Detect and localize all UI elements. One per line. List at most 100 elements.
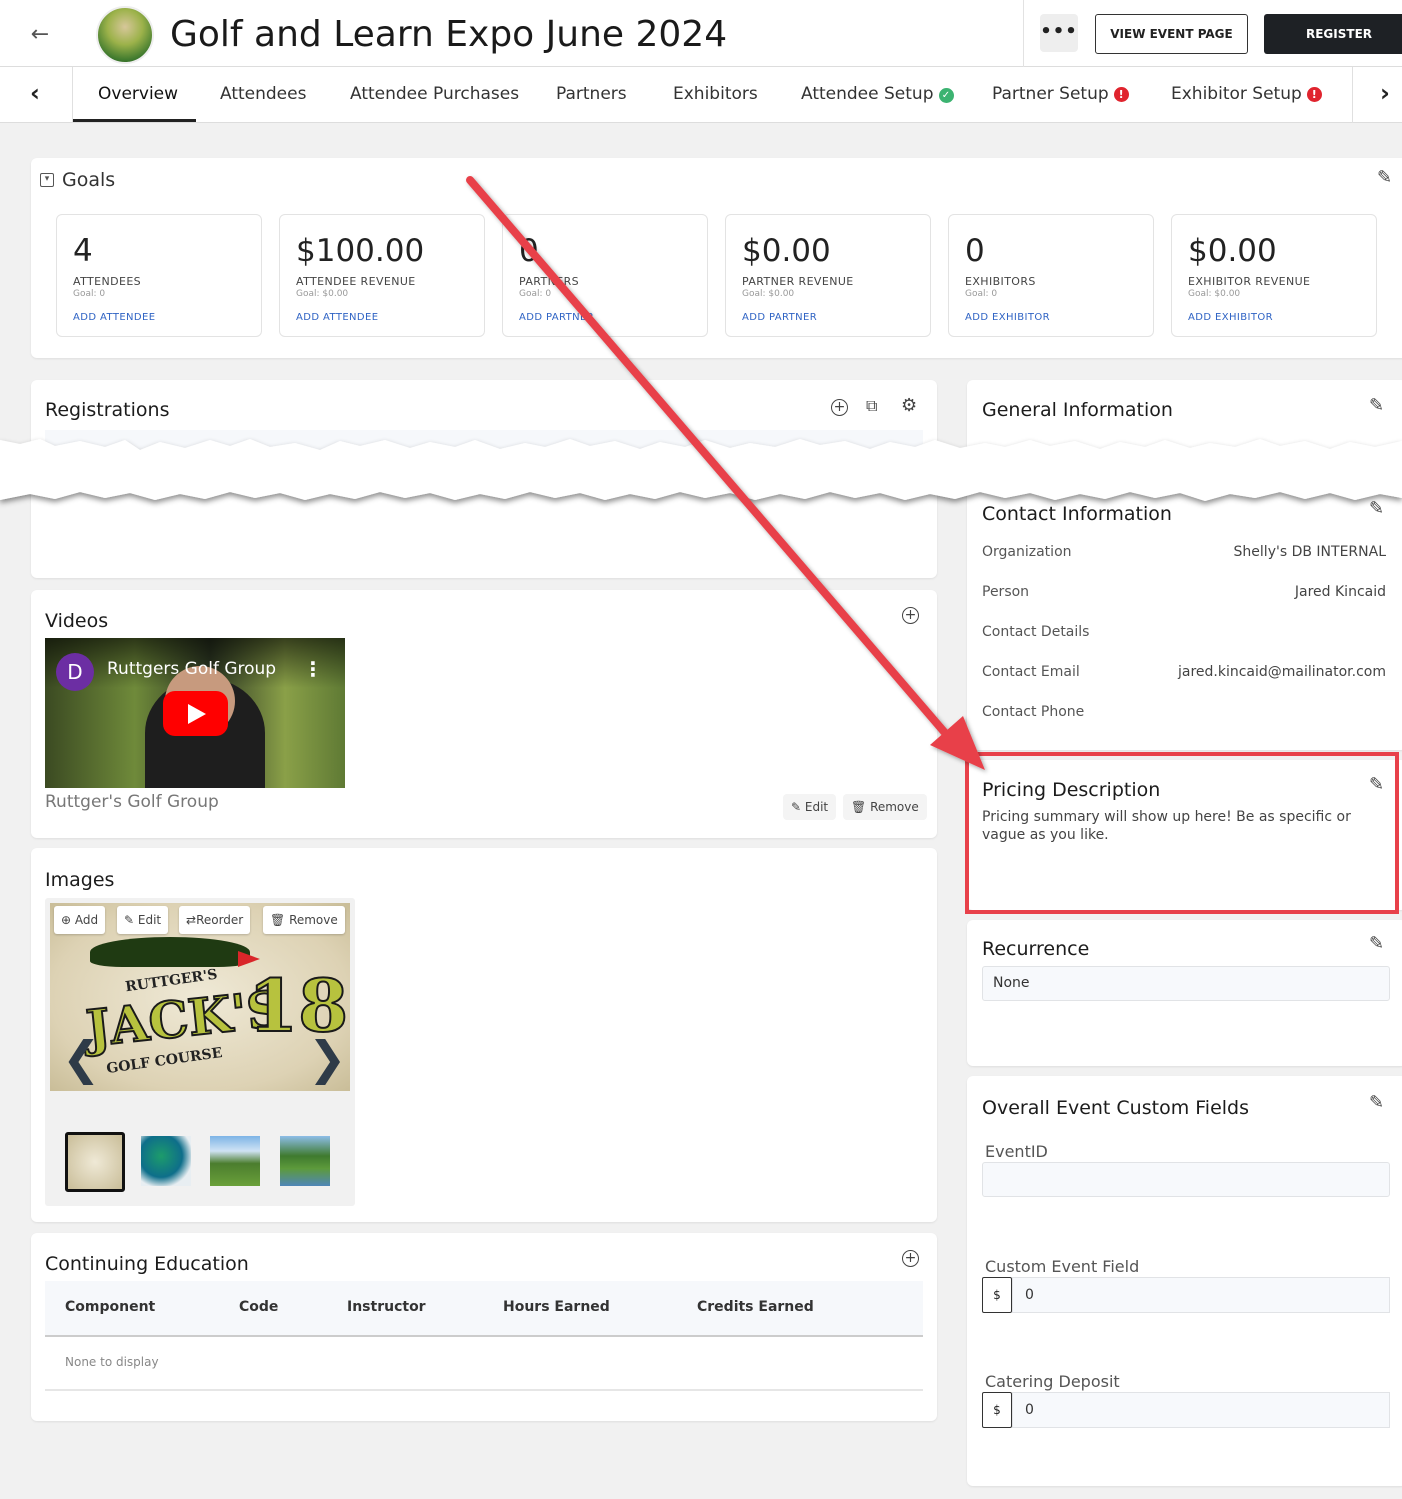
add-exhibitor-link[interactable]: ADD EXHIBITOR [965, 312, 1050, 323]
tab-divider [1352, 67, 1353, 123]
goal-label: PARTNER REVENUE [742, 275, 854, 288]
gallery-prev-arrow-icon[interactable]: ❮ [62, 1031, 101, 1085]
video-menu-icon[interactable]: ⋮ [303, 657, 323, 681]
recurrence-value: None [982, 966, 1390, 1001]
eventid-field[interactable] [982, 1162, 1390, 1197]
add-circle-icon[interactable]: + [902, 1250, 919, 1267]
add-attendee-link[interactable]: ADD ATTENDEE [73, 312, 155, 323]
trash-icon: 🗑 [270, 913, 286, 927]
contact-label: Contact Email [982, 664, 1080, 680]
contact-value: Shelly's DB INTERNAL [1233, 544, 1386, 560]
thumbnail-pond[interactable] [280, 1136, 330, 1186]
tab-exhibitors[interactable]: Exhibitors [673, 84, 758, 104]
tab-label: Attendee Purchases [350, 84, 520, 104]
tab-attendee-setup[interactable]: Attendee Setup ✓ [801, 84, 954, 104]
goal-card-partner-revenue: $0.00 PARTNER REVENUE Goal: $0.00 ADD PA… [725, 214, 931, 337]
image-edit-button[interactable]: ✎ Edit [117, 906, 169, 934]
top-header: ← Golf and Learn Expo June 2024 ••• VIEW… [0, 0, 1402, 67]
image-remove-button[interactable]: 🗑 Remove [263, 906, 345, 934]
gallery-next-arrow-icon[interactable]: ❯ [308, 1031, 347, 1085]
back-arrow-icon[interactable]: ← [22, 20, 58, 50]
add-partner-link[interactable]: ADD PARTNER [519, 312, 594, 323]
add-attendee-link[interactable]: ADD ATTENDEE [296, 312, 378, 323]
registrations-title: Registrations [45, 399, 170, 421]
general-information-title: General Information [982, 399, 1173, 421]
thumbnail-jacks-18[interactable] [65, 1132, 125, 1192]
tab-attendees[interactable]: Attendees [220, 84, 306, 104]
tab-exhibitor-setup[interactable]: Exhibitor Setup! [1171, 84, 1322, 104]
chevron-left-icon[interactable]: ‹ [30, 79, 40, 107]
contact-row-email: Contact Email jared.kincaid@mailinator.co… [982, 664, 1386, 680]
video-remove-button[interactable]: 🗑 Remove [843, 794, 927, 820]
ce-table-body: None to display [45, 1337, 923, 1391]
add-exhibitor-link[interactable]: ADD EXHIBITOR [1188, 312, 1273, 323]
add-partner-link[interactable]: ADD PARTNER [742, 312, 817, 323]
add-circle-icon[interactable]: + [831, 399, 848, 416]
video-edit-button[interactable]: ✎ Edit [783, 794, 837, 820]
tab-label: Exhibitors [673, 84, 758, 104]
video-edit-label: Edit [804, 800, 829, 814]
image-reorder-button[interactable]: ⇄Reorder [179, 906, 251, 934]
thumbnail-fairway[interactable] [210, 1136, 260, 1186]
goal-card-partners: 0 PARTNERS Goal: 0 ADD PARTNER [502, 214, 708, 337]
tab-overview[interactable]: Overview [98, 84, 178, 104]
goal-target: Goal: $0.00 [296, 289, 349, 299]
contact-information-card: Contact Information ✎ Organization Shelly… [967, 480, 1402, 750]
goal-label: PARTNERS [519, 275, 580, 288]
error-circle-icon: ! [1306, 87, 1322, 102]
video-remove-label: Remove [870, 800, 919, 814]
ce-column-component[interactable]: Component [65, 1299, 155, 1315]
view-event-page-button[interactable]: VIEW EVENT PAGE [1095, 14, 1248, 54]
tab-label: Attendee Setup [801, 84, 934, 104]
goal-value: $0.00 [742, 233, 831, 269]
more-options-button[interactable]: ••• [1040, 14, 1078, 52]
contact-label: Contact Details [982, 624, 1090, 640]
continuing-education-card: Continuing Education + Component Code In… [31, 1233, 937, 1421]
video-caption: Ruttger's Golf Group [45, 792, 219, 812]
goal-target: Goal: 0 [73, 289, 106, 299]
videos-card: Videos + D Ruttgers Golf Group ⋮ Ruttger… [31, 590, 937, 838]
tab-partners[interactable]: Partners [556, 84, 627, 104]
image-add-button[interactable]: ⊕ Add [54, 906, 106, 934]
tab-partner-setup[interactable]: Partner Setup! [992, 84, 1129, 104]
edit-pencil-icon[interactable]: ✎ [1377, 167, 1392, 188]
page-title: Golf and Learn Expo June 2024 [170, 14, 728, 55]
collapse-toggle-icon[interactable]: ▾ [40, 173, 54, 187]
edit-pencil-icon[interactable]: ✎ [1369, 395, 1384, 416]
images-card: Images RUTTGER'S JACK'S 18 GOLF COURSE ❮… [31, 848, 937, 1222]
ce-column-instructor[interactable]: Instructor [347, 1299, 426, 1315]
ce-column-hours-earned[interactable]: Hours Earned [503, 1299, 610, 1315]
chevron-right-icon[interactable]: › [1380, 79, 1390, 107]
image-remove-label: Remove [289, 913, 338, 927]
catering-deposit-input[interactable]: 0 [1012, 1392, 1390, 1428]
currency-prefix: $ [982, 1392, 1012, 1428]
goal-value: 4 [73, 233, 93, 269]
play-triangle-icon [188, 704, 206, 724]
register-button[interactable]: REGISTER [1264, 14, 1402, 54]
goal-label: EXHIBITOR REVENUE [1188, 275, 1311, 288]
play-button-icon[interactable] [163, 691, 228, 736]
pencil-icon: ✎ [791, 800, 802, 814]
ce-column-credits-earned[interactable]: Credits Earned [697, 1299, 814, 1315]
video-thumbnail[interactable]: D Ruttgers Golf Group ⋮ [45, 638, 345, 788]
edit-pencil-icon[interactable]: ✎ [1369, 1092, 1384, 1113]
image-edit-label: Edit [137, 913, 162, 927]
add-circle-icon[interactable]: + [902, 607, 919, 624]
annotation-highlight-box [965, 752, 1399, 914]
goal-target: Goal: $0.00 [742, 289, 795, 299]
gear-icon[interactable]: ⚙ [901, 395, 917, 416]
copy-icon[interactable]: ⧉ [866, 396, 877, 416]
channel-avatar: D [56, 653, 94, 691]
edit-pencil-icon[interactable]: ✎ [1369, 933, 1384, 954]
tab-label: Attendees [220, 84, 307, 104]
tab-label: Partners [556, 84, 627, 104]
torn-edge-overlay [0, 439, 1402, 501]
custom-event-field-input[interactable]: 0 [1012, 1277, 1390, 1313]
tab-bar: ‹ Overview Attendees Attendee Purchases … [0, 67, 1402, 123]
thumbnail-course-map[interactable] [141, 1136, 191, 1186]
tab-attendee-purchases[interactable]: Attendee Purchases [350, 84, 519, 104]
goal-value: 0 [519, 233, 539, 269]
custom-fields-card: Overall Event Custom Fields ✎ EventID Cu… [967, 1076, 1402, 1486]
custom-event-field-label: Custom Event Field [985, 1257, 1140, 1276]
ce-column-code[interactable]: Code [239, 1299, 278, 1315]
